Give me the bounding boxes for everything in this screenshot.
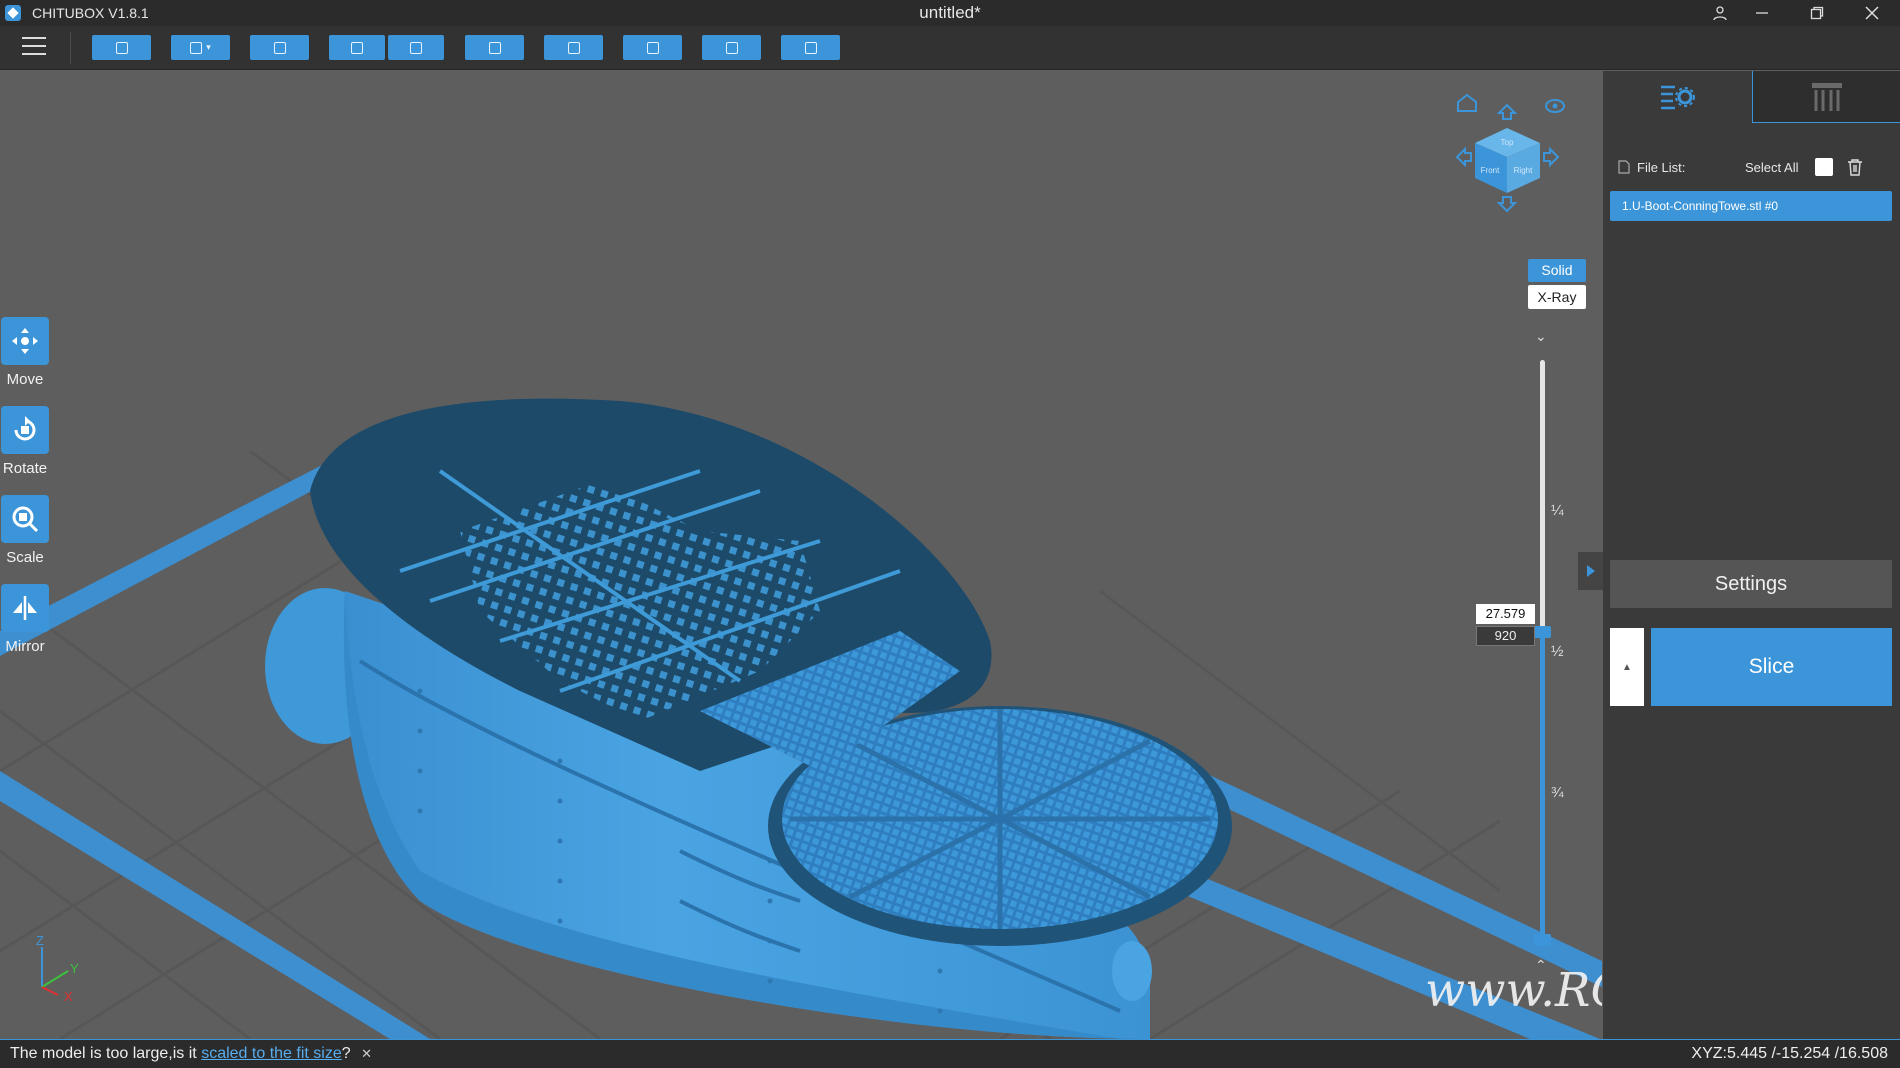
scale-icon xyxy=(1,495,49,543)
auto-layout-button[interactable] xyxy=(623,35,682,60)
redo-icon xyxy=(410,41,422,54)
minimize-icon[interactable] xyxy=(1742,0,1782,26)
axis-gizmo: Z Y X xyxy=(36,933,79,1003)
undo-icon xyxy=(351,41,363,54)
move-icon xyxy=(1,317,49,365)
slice-options-toggle[interactable]: ▲ xyxy=(1610,628,1644,706)
xray-view-button[interactable]: X-Ray xyxy=(1528,285,1586,309)
duplicate-button[interactable] xyxy=(544,35,603,60)
duplicate-icon xyxy=(567,41,580,54)
layer-slider-bottom-handle[interactable] xyxy=(1534,934,1551,946)
home-view-icon xyxy=(1457,93,1477,112)
open-file-button[interactable] xyxy=(92,35,151,60)
view-cube[interactable]: Top Front Right xyxy=(1440,93,1580,223)
svg-text:Y: Y xyxy=(70,961,79,976)
status-bar: The model is too large,is it scaled to t… xyxy=(0,1039,1900,1068)
scale-to-fit-link[interactable]: scaled to the fit size xyxy=(201,1045,342,1062)
file-list-header: File List: Select All xyxy=(1615,157,1891,179)
layer-slider-fill xyxy=(1540,630,1545,946)
arrow-down-icon xyxy=(1496,196,1518,213)
models-settings-icon xyxy=(1661,85,1695,110)
trash-icon[interactable] xyxy=(1847,158,1863,176)
chitubox-window: CHITUBOX V1.8.1 untitled* ▾ Move Rotate … xyxy=(0,0,1900,1068)
solid-view-button[interactable]: Solid xyxy=(1528,259,1586,282)
dismiss-message-icon[interactable]: ✕ xyxy=(361,1046,372,1061)
clipboard-button[interactable] xyxy=(465,35,524,60)
supports-icon xyxy=(1811,82,1842,111)
slider-mark-quarter: ¼ xyxy=(1551,502,1564,519)
save-icon xyxy=(190,41,203,54)
cube-top-label: Top xyxy=(1501,138,1514,147)
rotate-label: Rotate xyxy=(2,460,48,477)
status-message: The model is too large,is it scaled to t… xyxy=(10,1045,372,1063)
redo-button[interactable] xyxy=(388,35,444,60)
main-toolbar: ▾ xyxy=(0,26,1900,70)
cube-front-label: Front xyxy=(1481,166,1500,175)
save-dropdown-icon[interactable]: ▾ xyxy=(206,42,211,53)
screenshot-icon xyxy=(273,41,286,54)
clipboard-icon xyxy=(488,41,501,54)
compose-icon xyxy=(804,41,817,54)
layout-icon xyxy=(646,41,659,54)
slider-mark-three-quarter: ¾ xyxy=(1551,784,1564,801)
watermark: www.RCshipyard.com xyxy=(1425,963,1602,1018)
rotate-icon xyxy=(1,406,49,454)
tab-models[interactable] xyxy=(1603,71,1751,123)
build-plate-scene xyxy=(0,398,1602,1039)
mirror-tool[interactable]: Mirror xyxy=(0,584,50,655)
hamburger-menu-icon[interactable] xyxy=(22,37,46,57)
save-button[interactable]: ▾ xyxy=(171,35,230,60)
mirror-icon xyxy=(1,584,49,632)
compose-button[interactable] xyxy=(781,35,840,60)
slider-mark-half: ½ xyxy=(1551,643,1564,660)
file-list-item[interactable]: 1.U-Boot-ConningTowe.stl #0 xyxy=(1610,191,1892,221)
user-icon[interactable] xyxy=(1700,0,1740,26)
arrow-right-icon xyxy=(1543,146,1560,168)
rotate-tool[interactable]: Rotate xyxy=(0,406,50,477)
settings-button[interactable]: Settings xyxy=(1610,560,1892,608)
xyz-coordinates: XYZ:5.445 /-15.254 /16.508 xyxy=(1691,1045,1888,1062)
layer-number-input[interactable]: 920 xyxy=(1476,626,1535,646)
slider-collapse-chevron-icon[interactable]: ⌄ xyxy=(1535,328,1547,345)
hollow-button[interactable] xyxy=(702,35,761,60)
restore-icon[interactable] xyxy=(1797,0,1837,26)
hollow-icon xyxy=(725,41,738,54)
cube-right-label: Right xyxy=(1514,166,1533,175)
svg-text:Z: Z xyxy=(36,933,44,948)
arrow-left-icon xyxy=(1455,146,1472,168)
select-all-checkbox[interactable] xyxy=(1815,158,1833,176)
folder-icon xyxy=(115,41,128,54)
select-all-label: Select All xyxy=(1745,160,1799,175)
scale-tool[interactable]: Scale xyxy=(0,495,50,566)
close-icon[interactable] xyxy=(1852,0,1892,26)
status-message-end: ? xyxy=(341,1045,351,1062)
mirror-label: Mirror xyxy=(5,638,45,655)
undo-button[interactable] xyxy=(329,35,385,60)
scale-label: Scale xyxy=(6,549,44,566)
3d-viewport[interactable]: Move Rotate Scale Mirror Top Front Right… xyxy=(0,71,1602,1039)
screenshot-button[interactable] xyxy=(250,35,309,60)
status-message-text: The model is too large,is it xyxy=(10,1045,202,1062)
panel-collapse-tab[interactable] xyxy=(1578,552,1603,590)
move-label: Move xyxy=(6,371,44,388)
document-title: untitled* xyxy=(919,3,981,22)
layer-slider-top-handle[interactable] xyxy=(1534,626,1551,638)
tab-supports[interactable] xyxy=(1752,71,1900,123)
title-bar: CHITUBOX V1.8.1 untitled* xyxy=(0,0,1900,26)
slice-button[interactable]: Slice xyxy=(1651,628,1892,706)
svg-text:X: X xyxy=(64,989,73,1003)
file-list-label: File List: xyxy=(1637,160,1686,175)
layer-height-readout: 27.579 xyxy=(1476,604,1535,624)
right-panel: File List: Select All 1.U-Boot-ConningTo… xyxy=(1603,71,1900,1039)
toolbar-divider xyxy=(70,32,71,64)
arrow-up-icon xyxy=(1496,103,1518,120)
file-icon xyxy=(1618,160,1630,174)
move-tool[interactable]: Move xyxy=(0,317,50,388)
